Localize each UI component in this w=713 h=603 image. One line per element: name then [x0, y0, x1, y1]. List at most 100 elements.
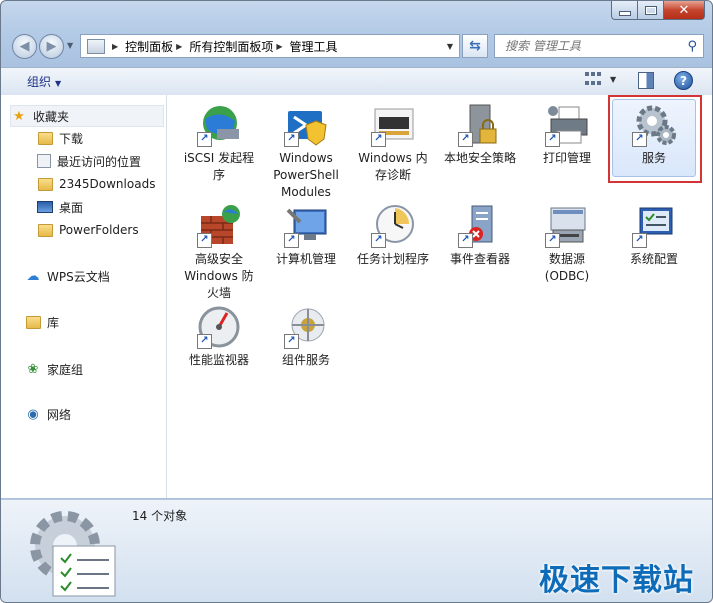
library-icon: [25, 314, 41, 330]
view-icon: [597, 72, 601, 76]
item-local-security-policy[interactable]: ↗ 本地安全策略: [440, 101, 520, 167]
sidebar-item-label: PowerFolders: [59, 223, 139, 237]
refresh-button[interactable]: ⇆: [462, 34, 488, 58]
item-event-viewer[interactable]: ↗ 事件查看器: [440, 202, 520, 268]
minimize-button[interactable]: [611, 1, 638, 20]
sidebar-item-label: WPS云文档: [47, 269, 110, 284]
breadcrumb-all-items[interactable]: 所有控制面板项: [189, 38, 273, 55]
item-performance-monitor[interactable]: ↗ 性能监视器: [179, 303, 259, 369]
watermark: 极速下载站: [539, 563, 694, 598]
view-icon: [591, 72, 595, 76]
item-task-scheduler[interactable]: ↗ 任务计划程序: [353, 202, 433, 268]
item-print-management[interactable]: ↗ 打印管理: [527, 101, 607, 167]
item-odbc-data-sources[interactable]: ↗ 数据源(ODBC): [527, 202, 607, 285]
close-button[interactable]: ✕: [664, 1, 705, 20]
maximize-button[interactable]: [638, 1, 664, 20]
item-label: 计算机管理: [275, 252, 336, 266]
refresh-icon: ⇆: [469, 38, 481, 54]
sidebar-favorites[interactable]: ★ 收藏夹: [10, 105, 164, 127]
explorer-window: ✕ ◀ ▶ ▼ ▶ 控制面板 ▶ 所有控制面板项 ▶ 管理工具 ▼ ⇆ ⚲ 组织…: [0, 0, 713, 603]
view-icon: [591, 81, 595, 85]
item-label: 本地安全策略: [443, 151, 516, 165]
sidebar-item-downloads[interactable]: 下载: [37, 128, 83, 148]
firewall-icon: ↗: [195, 202, 243, 250]
item-label: 事件查看器: [449, 252, 510, 266]
star-icon: ★: [13, 108, 25, 124]
sidebar-item-recent-places[interactable]: 最近访问的位置: [37, 151, 141, 171]
component-services-icon: ↗: [282, 303, 330, 351]
item-label: Windows 内存诊断: [358, 151, 428, 182]
security-policy-icon: ↗: [456, 101, 504, 149]
sidebar-item-label: 下载: [59, 131, 84, 146]
folder-icon: [37, 176, 53, 192]
search-icon[interactable]: ⚲: [687, 39, 697, 54]
services-preview-icon: [25, 506, 121, 598]
breadcrumb-separator-icon[interactable]: ▶: [112, 42, 118, 51]
sidebar-item-label: 收藏夹: [33, 109, 70, 124]
command-bar: 组织 ▼ ▼ ?: [1, 67, 712, 96]
item-memory-diagnostic[interactable]: ↗ Windows 内存诊断: [353, 101, 433, 184]
item-label: Windows PowerShell Modules: [273, 151, 339, 199]
chevron-down-icon: ▼: [55, 79, 62, 88]
maximize-icon: [644, 5, 657, 15]
shortcut-arrow-icon: ↗: [284, 233, 299, 248]
homegroup-icon: ❀: [27, 361, 39, 377]
network-icon: ◉: [27, 406, 39, 422]
recent-places-icon: [37, 154, 51, 168]
organize-button[interactable]: 组织 ▼: [27, 73, 61, 90]
forward-button[interactable]: ▶: [39, 34, 64, 59]
item-system-configuration[interactable]: ↗ 系统配置: [614, 202, 694, 268]
item-component-services[interactable]: ↗ 组件服务: [266, 303, 346, 369]
item-iscsi-initiator[interactable]: ↗ iSCSI 发起程序: [179, 101, 259, 184]
item-label: iSCSI 发起程序: [183, 151, 255, 182]
services-gear-icon: ↗: [630, 101, 678, 149]
sidebar-item-libraries[interactable]: 库: [25, 312, 59, 332]
desktop-icon: [37, 201, 53, 213]
sidebar-item-2345downloads[interactable]: 2345Downloads: [37, 174, 155, 194]
sidebar-item-powerfolders[interactable]: PowerFolders: [37, 220, 139, 240]
sidebar-item-label: 桌面: [59, 200, 84, 215]
search-box[interactable]: ⚲: [494, 34, 704, 58]
breadcrumb-separator-icon[interactable]: ▶: [276, 42, 282, 51]
forward-arrow-icon: ▶: [46, 39, 57, 54]
view-options-dropdown[interactable]: ▼: [610, 75, 616, 84]
database-icon: ↗: [543, 202, 591, 250]
computer-management-icon: ↗: [282, 202, 330, 250]
back-button[interactable]: ◀: [12, 34, 37, 59]
shortcut-arrow-icon: ↗: [284, 132, 299, 147]
item-label: 组件服务: [281, 353, 330, 367]
breadcrumb-admin-tools[interactable]: 管理工具: [290, 38, 338, 55]
shortcut-arrow-icon: ↗: [545, 233, 560, 248]
system-configuration-icon: ↗: [630, 202, 678, 250]
breadcrumb-control-panel[interactable]: 控制面板: [125, 38, 173, 55]
file-list: ↗ iSCSI 发起程序 ↗ Windows PowerShell Module…: [167, 95, 712, 498]
sidebar-item-desktop[interactable]: 桌面: [37, 197, 83, 217]
breadcrumb-separator-icon[interactable]: ▶: [176, 42, 182, 51]
sidebar-item-network[interactable]: ◉ 网络: [25, 404, 71, 424]
item-advanced-firewall[interactable]: ↗ 高级安全 Windows 防火墙: [179, 202, 259, 302]
item-services[interactable]: ↗ 服务: [614, 101, 694, 167]
address-bar[interactable]: ▶ 控制面板 ▶ 所有控制面板项 ▶ 管理工具 ▼: [80, 34, 460, 58]
address-dropdown-icon[interactable]: ▼: [447, 42, 453, 51]
organize-label: 组织: [27, 75, 52, 89]
view-icon: [585, 81, 589, 85]
shortcut-arrow-icon: ↗: [197, 132, 212, 147]
item-label: 数据源(ODBC): [544, 252, 590, 283]
shortcut-arrow-icon: ↗: [458, 132, 473, 147]
help-button[interactable]: ?: [674, 71, 693, 90]
search-input[interactable]: [503, 38, 688, 54]
printer-icon: ↗: [543, 101, 591, 149]
preview-pane-button[interactable]: [638, 72, 654, 89]
item-label: 打印管理: [542, 151, 591, 165]
sidebar-item-label: 最近访问的位置: [57, 154, 142, 169]
change-view-button[interactable]: [585, 72, 601, 88]
shortcut-arrow-icon: ↗: [545, 132, 560, 147]
item-label: 服务: [641, 151, 666, 165]
shortcut-arrow-icon: ↗: [632, 233, 647, 248]
recent-pages-dropdown[interactable]: ▼: [67, 41, 73, 50]
item-computer-management[interactable]: ↗ 计算机管理: [266, 202, 346, 268]
item-powershell-modules[interactable]: ↗ Windows PowerShell Modules: [266, 101, 346, 201]
item-label: 性能监视器: [188, 353, 249, 367]
sidebar-item-wps-cloud[interactable]: ☁ WPS云文档: [25, 266, 110, 286]
sidebar-item-homegroup[interactable]: ❀ 家庭组: [25, 359, 83, 379]
